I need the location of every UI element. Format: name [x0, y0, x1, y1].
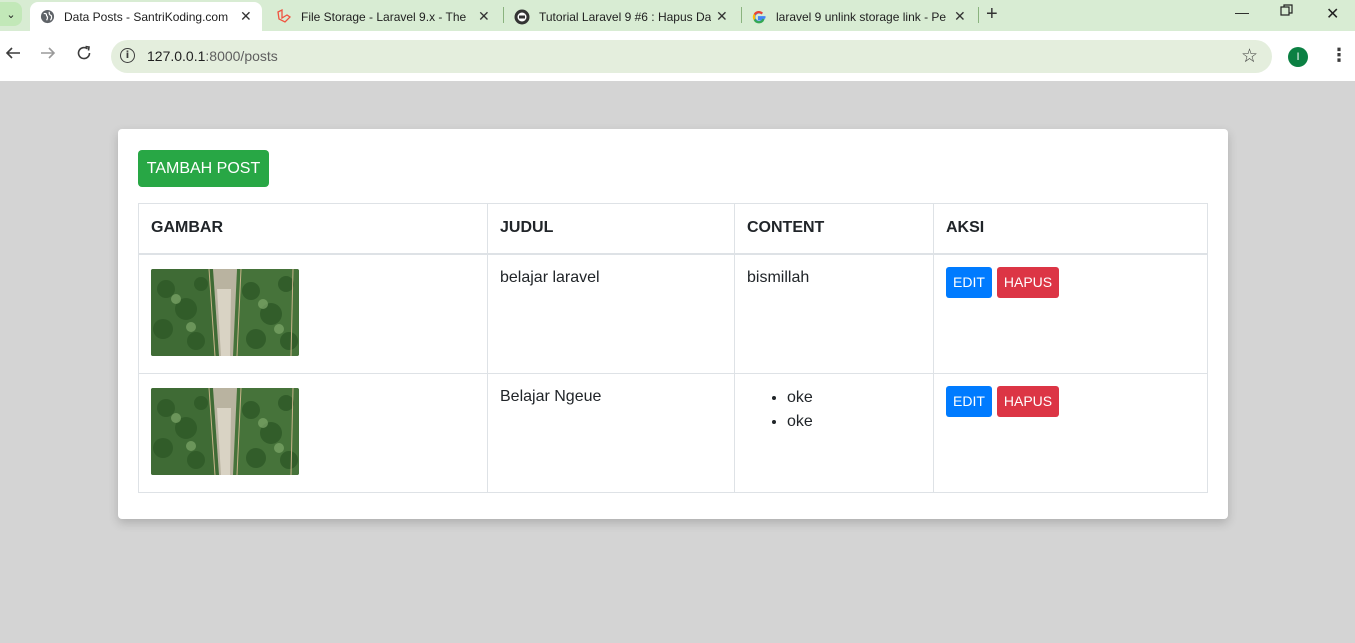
tab-title: laravel 9 unlink storage link - Pe — [776, 9, 946, 24]
arrow-left-icon — [5, 47, 20, 59]
table-row: belajar laravel bismillah EDIT HAPUS — [138, 253, 1208, 374]
content-cell: bismillah — [734, 253, 934, 374]
close-icon[interactable]: ✕ — [478, 8, 490, 25]
judul-cell: Belajar Ngeue — [487, 372, 735, 493]
tab-file-storage[interactable]: File Storage - Laravel 9.x - The P ✕ — [268, 2, 498, 31]
image-cell — [138, 253, 488, 374]
window-close-icon[interactable]: ✕ — [1326, 4, 1339, 24]
back-button[interactable] — [5, 45, 21, 65]
post-image — [151, 387, 299, 475]
tab-title: File Storage - Laravel 9.x - The P — [301, 9, 469, 24]
url-text[interactable]: 127.0.0.1:8000/posts — [147, 48, 278, 64]
bookmark-star-icon[interactable]: ☆ — [1241, 45, 1258, 68]
delete-button[interactable]: HAPUS — [997, 266, 1059, 298]
image-cell — [138, 372, 488, 493]
chevron-down-icon: ⌄ — [6, 8, 16, 21]
list-item: oke — [787, 386, 921, 410]
reload-button[interactable] — [76, 45, 92, 65]
tab-separator — [503, 7, 504, 23]
edit-button[interactable]: EDIT — [946, 266, 992, 298]
aksi-cell: EDIT HAPUS — [933, 253, 1208, 374]
header-gambar: GAMBAR — [138, 203, 488, 255]
post-image — [151, 268, 299, 356]
header-content: CONTENT — [734, 203, 934, 255]
add-post-button[interactable]: TAMBAH POST — [138, 150, 269, 187]
menu-dots-icon[interactable]: ⋮ — [1330, 45, 1348, 65]
posts-card: TAMBAH POST GAMBAR JUDUL CONTENT AKSI be… — [118, 129, 1228, 519]
content-cell: oke oke — [734, 372, 934, 493]
table-header-row: GAMBAR JUDUL CONTENT AKSI — [138, 203, 1208, 255]
list-item: oke — [787, 410, 921, 434]
tab-separator — [741, 7, 742, 23]
tab-tutorial-laravel[interactable]: Tutorial Laravel 9 #6 : Hapus Da ✕ — [506, 2, 738, 31]
header-aksi: AKSI — [933, 203, 1208, 255]
tab-strip: ⌄ Data Posts - SantriKoding.com ✕ File S… — [0, 0, 1355, 31]
tab-google-search[interactable]: laravel 9 unlink storage link - Pe ✕ — [744, 2, 974, 31]
judul-cell: belajar laravel — [487, 253, 735, 374]
restore-icon[interactable] — [1280, 4, 1293, 20]
tab-separator — [978, 7, 979, 23]
new-tab-button[interactable]: + — [986, 4, 998, 24]
site-info-icon[interactable]: i — [120, 48, 135, 63]
close-icon[interactable]: ✕ — [954, 8, 966, 25]
posts-table: GAMBAR JUDUL CONTENT AKSI belajar larave… — [138, 203, 1208, 493]
profile-avatar[interactable]: I — [1288, 47, 1308, 67]
edit-button[interactable]: EDIT — [946, 385, 992, 417]
tab-search-button[interactable]: ⌄ — [0, 2, 22, 26]
table-row: Belajar Ngeue oke oke EDIT HAPUS — [138, 372, 1208, 493]
tab-title: Data Posts - SantriKoding.com — [64, 9, 229, 24]
globe-icon — [39, 9, 55, 25]
tab-title: Tutorial Laravel 9 #6 : Hapus Da — [539, 9, 711, 24]
reload-icon — [77, 45, 91, 60]
content-list: oke oke — [747, 386, 921, 434]
arrow-right-icon — [41, 47, 56, 59]
browser-toolbar: i 127.0.0.1:8000/posts ☆ I ⋮ — [0, 31, 1355, 81]
header-judul: JUDUL — [487, 203, 735, 255]
close-icon[interactable]: ✕ — [240, 8, 252, 25]
delete-button[interactable]: HAPUS — [997, 385, 1059, 417]
google-icon — [751, 9, 767, 25]
address-bar[interactable]: i 127.0.0.1:8000/posts ☆ — [111, 40, 1272, 73]
santrikoding-icon — [514, 9, 530, 25]
close-icon[interactable]: ✕ — [716, 8, 728, 25]
laravel-icon — [276, 8, 292, 25]
aksi-cell: EDIT HAPUS — [933, 372, 1208, 493]
forward-button[interactable] — [40, 45, 56, 65]
tab-data-posts[interactable]: Data Posts - SantriKoding.com ✕ — [30, 2, 262, 31]
minimize-icon[interactable]: — — [1235, 4, 1249, 20]
